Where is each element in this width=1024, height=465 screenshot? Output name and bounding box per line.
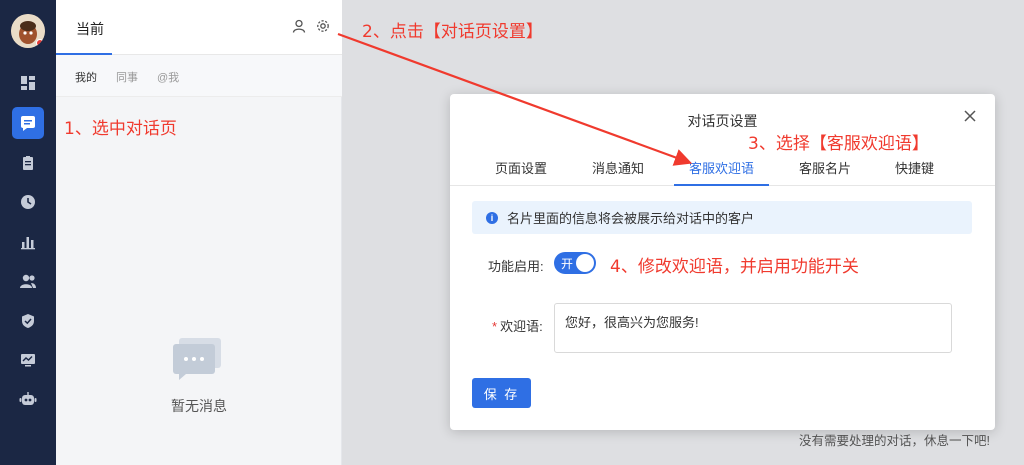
dashboard-icon <box>21 76 35 90</box>
required-mark: * <box>492 319 498 334</box>
clock-icon <box>21 195 35 209</box>
dialog-tabs: 页面设置 消息通知 客服欢迎语 客服名片 快捷键 <box>450 156 995 186</box>
empty-message-text: 暂无消息 <box>171 398 227 414</box>
nav-item-security[interactable] <box>0 302 56 340</box>
nav-item-robot[interactable] <box>0 380 56 418</box>
info-banner: i 名片里面的信息将会被展示给对话中的客户 <box>472 201 972 234</box>
save-button[interactable]: 保 存 <box>472 378 531 408</box>
switch-text: 开 <box>561 257 574 271</box>
dialog-title: 对话页设置 <box>687 113 758 129</box>
enable-label: 功能启用: <box>488 259 544 274</box>
subtab-colleagues[interactable]: 同事 <box>116 69 138 85</box>
nav-item-customers[interactable] <box>0 262 56 300</box>
tab-business-card[interactable]: 客服名片 <box>799 158 851 177</box>
nav-item-history[interactable] <box>0 183 56 221</box>
tab-shortcuts[interactable]: 快捷键 <box>895 158 934 177</box>
subtab-mentions[interactable]: @我 <box>157 69 179 85</box>
switch-knob <box>576 254 594 272</box>
annotation-step1: 1、选中对话页 <box>64 119 177 139</box>
annotation-step2: 2、点击【对话页设置】 <box>362 22 543 42</box>
welcome-label: * 欢迎语: <box>492 316 543 335</box>
subtab-mine[interactable]: 我的 <box>75 69 97 85</box>
tab-current[interactable]: 当前 <box>76 19 104 39</box>
info-icon: i <box>486 211 498 224</box>
enable-switch[interactable]: 开 <box>554 252 596 274</box>
user-icon[interactable] <box>292 19 306 33</box>
annotation-step3: 3、选择【客服欢迎语】 <box>748 134 929 154</box>
panel-subtabs: 我的 同事 @我 <box>56 55 342 97</box>
clipboard-icon <box>23 156 33 170</box>
shield-icon <box>22 314 34 328</box>
tab-welcome-message[interactable]: 客服欢迎语 <box>689 158 754 177</box>
idle-hint: 没有需要处理的对话，休息一下吧! <box>799 434 990 448</box>
panel-header-icons <box>292 19 330 33</box>
active-tab-underline <box>674 184 769 186</box>
monitor-icon <box>21 354 35 367</box>
conversation-panel: 当前 我的 同事 @我 暂无消息 <box>56 0 342 465</box>
panel-header: 当前 <box>56 0 342 55</box>
robot-icon <box>19 392 37 405</box>
annotation-step4: 4、修改欢迎语，并启用功能开关 <box>610 257 859 277</box>
bar-chart-icon <box>21 237 35 250</box>
avatar[interactable] <box>11 14 45 48</box>
nav-item-monitor[interactable] <box>0 341 56 379</box>
nav-item-tickets[interactable] <box>0 144 56 182</box>
welcome-label-text: 欢迎语: <box>500 319 543 334</box>
welcome-message-input[interactable]: 您好，很高兴为您服务! <box>554 303 952 353</box>
info-text: 名片里面的信息将会被展示给对话中的客户 <box>507 211 755 226</box>
status-dot <box>36 39 44 47</box>
users-icon <box>20 274 36 288</box>
nav-item-conversation[interactable] <box>0 104 56 142</box>
close-icon[interactable] <box>963 109 977 123</box>
tab-page-settings[interactable]: 页面设置 <box>495 158 547 177</box>
empty-message-icon <box>173 338 221 380</box>
chat-icon <box>21 116 35 131</box>
nav-item-statistics[interactable] <box>0 223 56 261</box>
nav-item-dashboard[interactable] <box>0 64 56 102</box>
tab-notifications[interactable]: 消息通知 <box>592 158 644 177</box>
gear-icon[interactable] <box>316 19 330 33</box>
left-nav <box>0 0 56 465</box>
